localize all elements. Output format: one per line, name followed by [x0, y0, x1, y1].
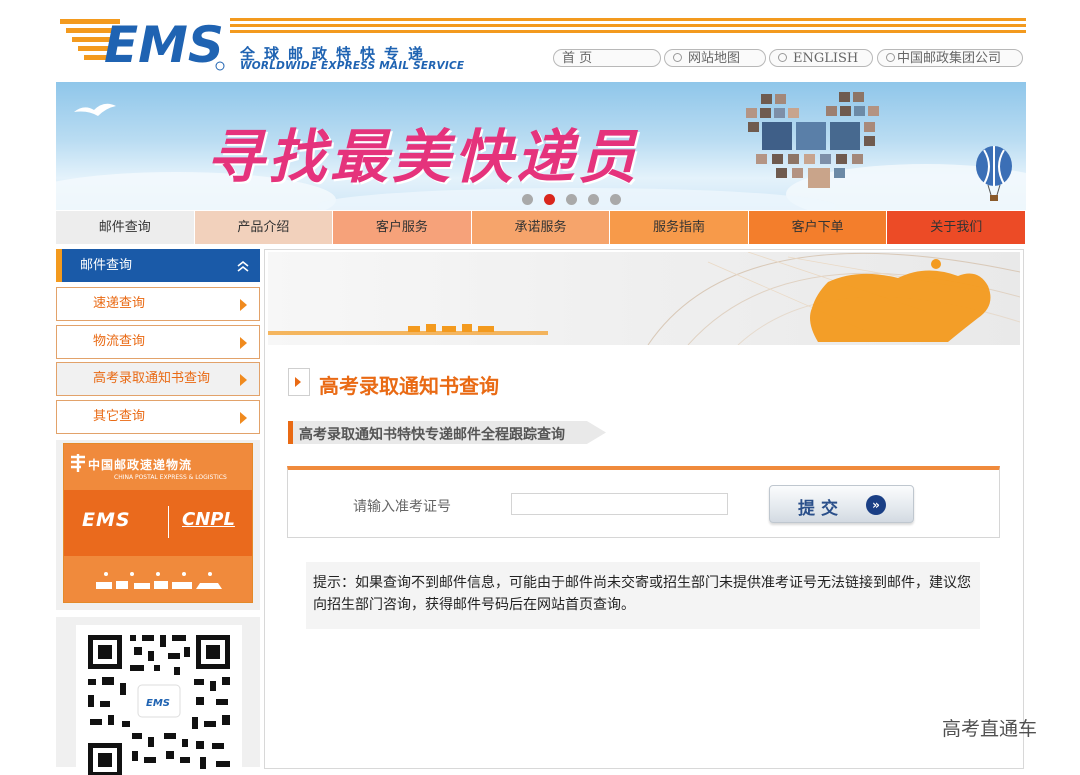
nav-item-label: 产品介绍: [237, 220, 290, 235]
sidebar-item-gaokao[interactable]: 高考录取通知书查询: [56, 362, 260, 396]
content-banner: [268, 252, 1020, 345]
carousel-dot[interactable]: [522, 194, 533, 205]
ad-ems-logo: EMS: [82, 509, 131, 531]
transport-icons: [96, 572, 222, 589]
main-nav: 邮件查询 产品介绍 客户服务 承诺服务 服务指南 客户下单 关于我们: [56, 211, 1026, 244]
top-link-label: ENGLISH: [793, 51, 859, 66]
sidebar-item-label: 其它查询: [93, 409, 146, 424]
hero-banner[interactable]: 寻找最美快递员: [56, 82, 1026, 210]
ad-card: 中国邮政速递物流 CHINA POSTAL EXPRESS & LOGISTIC…: [63, 443, 253, 603]
chevron-right-icon: [288, 368, 310, 396]
radio-dot-icon: [673, 53, 682, 62]
header-stripes: [230, 18, 1026, 40]
radio-dot-icon: [886, 53, 895, 62]
ad-brand-en: CHINA POSTAL EXPRESS & LOGISTICS: [114, 474, 227, 481]
double-chevron-up-icon: [237, 260, 249, 272]
top-link-label: 首 页: [562, 51, 593, 66]
nav-item-label: 客户下单: [791, 220, 844, 235]
arrow-right-icon: [240, 412, 247, 424]
nav-item-label: 邮件查询: [98, 220, 151, 235]
radio-dot-icon: [778, 53, 787, 62]
nav-item[interactable]: 承诺服务: [471, 211, 611, 244]
sidebar-item-label: 速递查询: [93, 296, 146, 311]
ad-brand-cn: 中国邮政速递物流: [88, 458, 193, 472]
nav-item-label: 服务指南: [653, 220, 706, 235]
nav-item[interactable]: 邮件查询: [56, 211, 195, 244]
svg-text:EMS: EMS: [146, 698, 170, 709]
banner-headline: 寻找最美快递员: [206, 123, 641, 191]
top-link-label: 网站地图: [688, 51, 741, 66]
china-post-logo-icon: [71, 454, 85, 472]
top-link-home[interactable]: 首 页: [553, 49, 661, 67]
top-link-label: 中国邮政集团公司: [897, 51, 1002, 66]
nav-item[interactable]: 客户下单: [748, 211, 888, 244]
sidebar-item-logistics[interactable]: 物流查询: [56, 325, 260, 359]
submit-button-label: 提交: [798, 499, 844, 519]
watermark: 高考直通车: [942, 718, 1038, 740]
top-link-english[interactable]: ENGLISH: [769, 49, 873, 67]
sub-title: 高考录取通知书特快专递邮件全程跟踪查询: [299, 427, 565, 443]
arrow-right-icon: [240, 299, 247, 311]
sub-title-accent: [288, 421, 293, 444]
top-link-china-post[interactable]: 中国邮政集团公司: [877, 49, 1023, 67]
double-arrow-right-icon: »: [866, 495, 886, 515]
nav-item-label: 承诺服务: [514, 220, 567, 235]
ticket-number-input[interactable]: [511, 493, 728, 515]
ad-bottom-band: [64, 556, 252, 602]
carousel-dot[interactable]: [544, 194, 555, 205]
submit-button[interactable]: 提交 »: [769, 485, 914, 523]
ems-logo[interactable]: EMS: [60, 15, 230, 73]
carousel-dot[interactable]: [588, 194, 599, 205]
nav-item-label: 关于我们: [930, 220, 983, 235]
ticket-number-label: 请输入准考证号: [353, 499, 451, 515]
nav-item[interactable]: 产品介绍: [194, 211, 334, 244]
page-title: 高考录取通知书查询: [319, 374, 499, 398]
sidebar-item-label: 高考录取通知书查询: [93, 371, 211, 386]
arrow-right-icon: [240, 337, 247, 349]
globe-map-decoration: [268, 252, 1020, 345]
tip-box: 提示：如果查询不到邮件信息，可能由于邮件尚未交寄或招生部门未提供准考证号无法链接…: [306, 562, 980, 629]
carousel-dot[interactable]: [566, 194, 577, 205]
sidebar-header-label: 邮件查询: [80, 258, 133, 273]
arrow-right-icon: [240, 374, 247, 386]
qr-code-panel: EMS: [56, 617, 260, 775]
seagull-icon: [74, 103, 116, 116]
ad-mid-band: EMS CNPL: [64, 490, 252, 556]
tip-text: 提示：如果查询不到邮件信息，可能由于邮件尚未交寄或招生部门未提供准考证号无法链接…: [313, 575, 971, 613]
sidebar-item-label: 物流查询: [93, 334, 146, 349]
sidebar-ad[interactable]: 中国邮政速递物流 CHINA POSTAL EXPRESS & LOGISTIC…: [56, 440, 260, 610]
sidebar-item-other[interactable]: 其它查询: [56, 400, 260, 434]
qr-code-icon: EMS: [76, 625, 242, 775]
ad-divider: [168, 506, 169, 538]
china-map-icon: [810, 270, 991, 342]
nav-item-label: 客户服务: [375, 220, 428, 235]
nav-item[interactable]: 关于我们: [887, 211, 1026, 244]
sidebar-header[interactable]: 邮件查询: [56, 249, 260, 282]
top-link-sitemap[interactable]: 网站地图: [664, 49, 766, 67]
ad-top-band: 中国邮政速递物流 CHINA POSTAL EXPRESS & LOGISTIC…: [64, 444, 252, 490]
nav-item[interactable]: 服务指南: [610, 211, 749, 244]
sidebar-item-express[interactable]: 速递查询: [56, 287, 260, 321]
nav-item[interactable]: 客户服务: [333, 211, 472, 244]
svg-text:EMS: EMS: [104, 16, 224, 73]
carousel-dot[interactable]: [610, 194, 621, 205]
top-links: 首 页 网站地图 ENGLISH 中国邮政集团公司: [553, 49, 1023, 69]
ad-cnpl-logo: CNPL: [182, 509, 235, 530]
logo-en-text: WORLDWIDE EXPRESS MAIL SERVICE: [240, 60, 465, 72]
